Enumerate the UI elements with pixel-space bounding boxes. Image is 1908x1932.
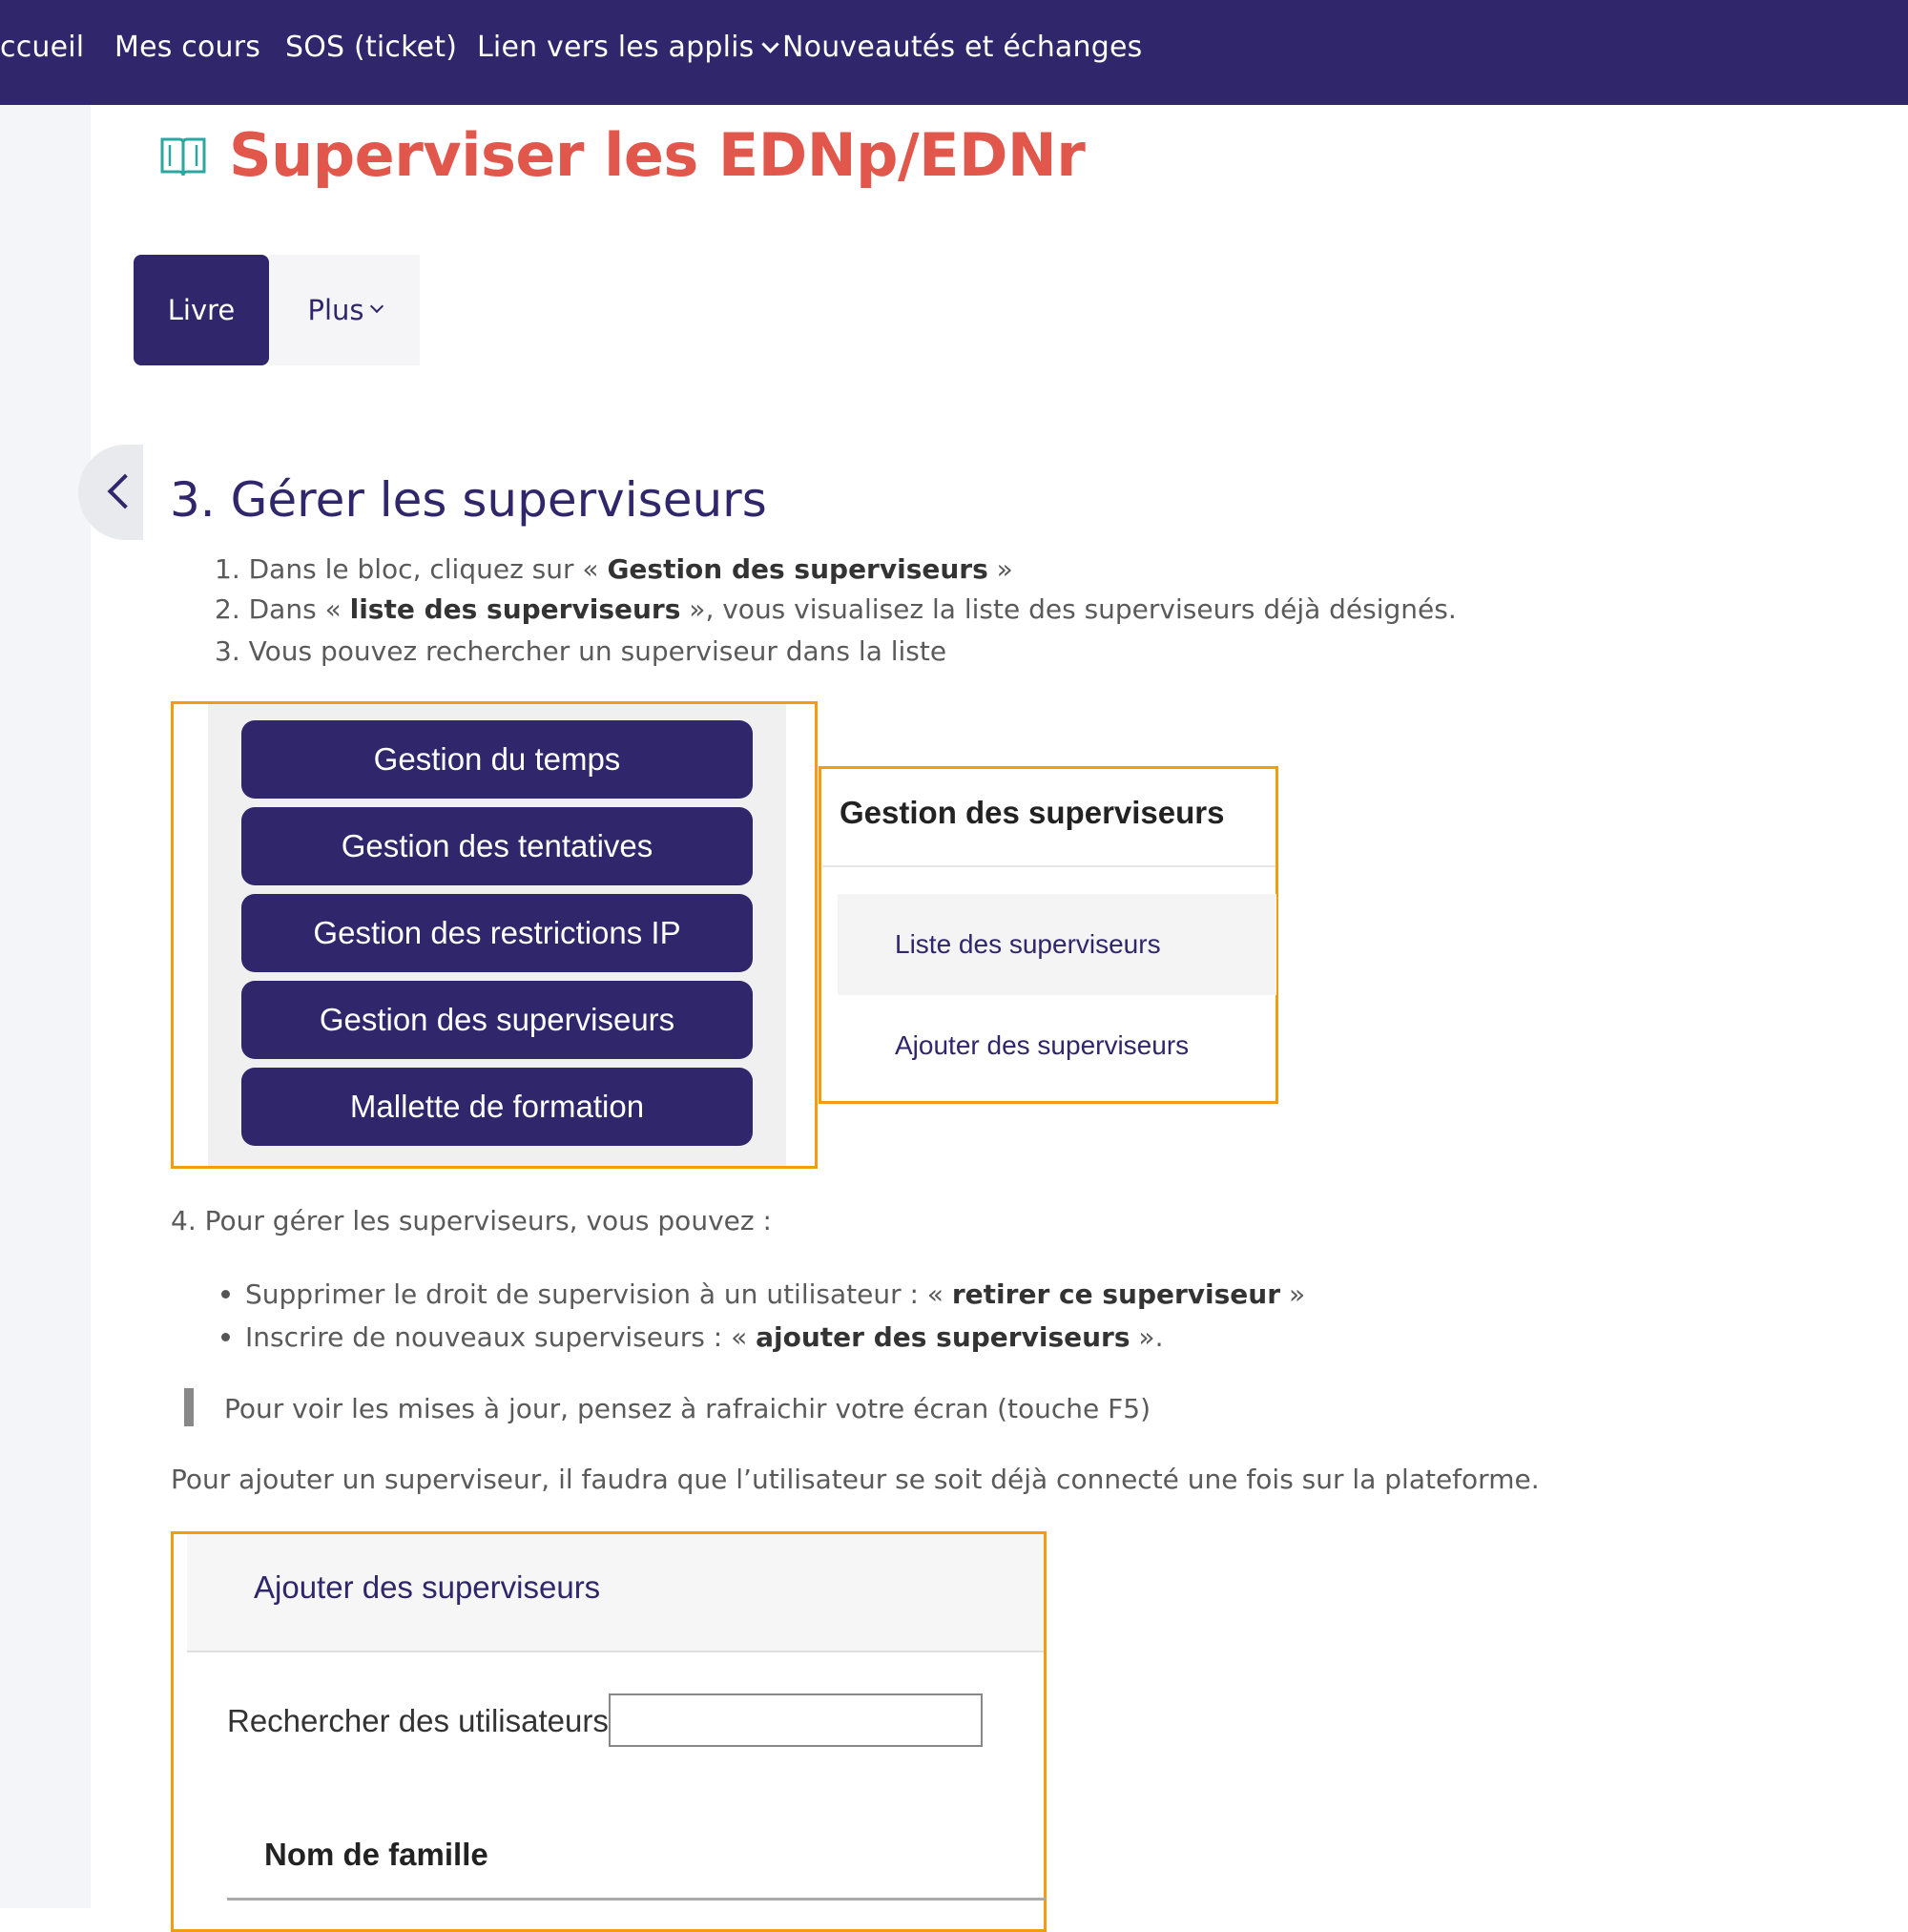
nav-item-nouveautes[interactable]: Nouveautés et échanges bbox=[782, 31, 1142, 64]
tab-plus[interactable]: Plus bbox=[269, 255, 420, 365]
column-header-underline bbox=[227, 1898, 1046, 1901]
bullet-item-ajouter: Inscrire de nouveaux superviseurs : « aj… bbox=[221, 1321, 1163, 1353]
bullet-dot bbox=[221, 1290, 230, 1298]
step-3: 3. Vous pouvez rechercher un superviseur… bbox=[215, 635, 947, 667]
menu-button-gestion-tentatives: Gestion des tentatives bbox=[241, 807, 753, 885]
chapter-title: 3. Gérer les superviseurs bbox=[170, 472, 767, 528]
chevron-down-icon bbox=[760, 35, 779, 53]
panel-link-liste-superviseurs: Liste des superviseurs bbox=[838, 894, 1276, 995]
step-1: 1. Dans le bloc, cliquez sur « Gestion d… bbox=[215, 553, 1013, 585]
nav-item-sos-ticket[interactable]: SOS (ticket) bbox=[285, 31, 457, 64]
panel-link-ajouter-superviseurs: Ajouter des superviseurs bbox=[895, 1030, 1190, 1060]
chevron-left-icon bbox=[107, 473, 143, 509]
step-4: 4. Pour gérer les superviseurs, vous pou… bbox=[171, 1205, 772, 1236]
book-open-icon bbox=[160, 137, 206, 177]
menu-button-gestion-restrictions-ip: Gestion des restrictions IP bbox=[241, 894, 753, 972]
panel-heading: Gestion des superviseurs bbox=[840, 795, 1225, 830]
chevron-down-icon bbox=[369, 299, 384, 314]
nav-item-accueil[interactable]: ccueil bbox=[0, 31, 84, 64]
search-label: Rechercher des utilisateurs bbox=[227, 1703, 609, 1738]
top-navbar: ccueil Mes cours SOS (ticket) Lien vers … bbox=[0, 0, 1908, 105]
search-users-input bbox=[609, 1693, 983, 1747]
left-gutter bbox=[0, 105, 91, 1908]
bullet-item-retirer: Supprimer le droit de supervision à un u… bbox=[221, 1278, 1305, 1310]
nav-item-lien-applis-label: Lien vers les applis bbox=[477, 31, 755, 64]
blockquote-text: Pour voir les mises à jour, pensez à raf… bbox=[224, 1393, 1151, 1424]
note-paragraph: Pour ajouter un superviseur, il faudra q… bbox=[171, 1464, 1540, 1495]
page-title: Superviser les EDNp/EDNr bbox=[229, 120, 1086, 190]
tab-livre[interactable]: Livre bbox=[134, 255, 269, 365]
menu-button-gestion-superviseurs: Gestion des superviseurs bbox=[241, 981, 753, 1059]
column-header-nom-famille: Nom de famille bbox=[264, 1837, 488, 1872]
panel-divider bbox=[822, 865, 1275, 867]
menu-button-gestion-temps: Gestion du temps bbox=[241, 720, 753, 799]
form-heading: Ajouter des superviseurs bbox=[254, 1569, 601, 1605]
blockquote-bar bbox=[184, 1388, 194, 1426]
bullet-dot bbox=[221, 1333, 230, 1341]
step-2: 2. Dans « liste des superviseurs », vous… bbox=[215, 593, 1457, 625]
tab-plus-label: Plus bbox=[307, 294, 364, 326]
menu-button-mallette-formation: Mallette de formation bbox=[241, 1068, 753, 1146]
nav-item-lien-applis[interactable]: Lien vers les applis bbox=[477, 31, 779, 64]
nav-item-mes-cours[interactable]: Mes cours bbox=[114, 31, 260, 64]
